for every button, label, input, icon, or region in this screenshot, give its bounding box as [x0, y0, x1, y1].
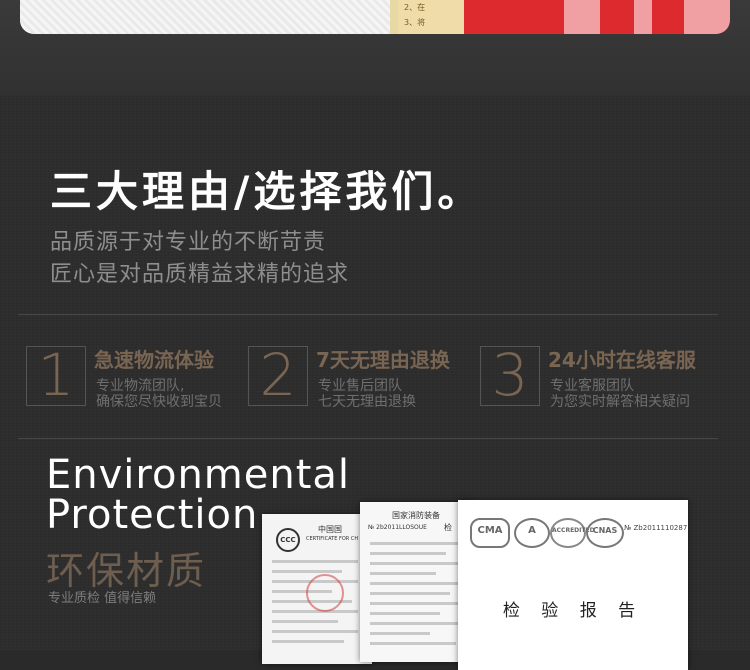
- subheading-line: 品质源于对专业的不断苛责: [50, 230, 327, 255]
- divider: [18, 438, 718, 439]
- instruction-label: 2、在 3、将: [398, 0, 464, 34]
- text-line: [272, 610, 358, 613]
- report-title: 检 验 报 告: [502, 601, 644, 621]
- accredited-logo-icon: ACCREDITED: [550, 518, 595, 548]
- env-title-line: Protection: [46, 492, 259, 538]
- cnas-logo-icon: CNAS: [586, 518, 624, 548]
- reason-number: 2: [259, 341, 297, 409]
- certificate-header: 中国国: [318, 525, 342, 534]
- reason-desc: 为您实时解答相关疑问: [550, 394, 690, 410]
- text-line: [370, 572, 436, 575]
- reason-number: 1: [37, 341, 75, 409]
- product-banner-image: 2、在 3、将: [20, 0, 730, 34]
- text-line: [370, 582, 460, 585]
- page-title: 三大理由/选择我们。: [50, 167, 484, 216]
- env-title-line: Environmental: [46, 452, 351, 498]
- text-line: [272, 630, 358, 633]
- reason-number: 3: [491, 341, 529, 409]
- text-line: [272, 560, 358, 563]
- reasons-panel: 三大理由/选择我们。 品质源于对专业的不断苛责 匠心是对品质精益求精的追求 1 …: [0, 96, 750, 670]
- text-line: [370, 632, 430, 635]
- instruction-line: 3、将: [404, 18, 426, 27]
- text-line: [272, 640, 344, 643]
- text-line: [370, 562, 460, 565]
- fabric-texture: [20, 0, 390, 34]
- ilac-logo-icon: A: [514, 518, 550, 548]
- text-line: [370, 612, 440, 615]
- certificate-inspection-report: CMA A ACCREDITED CNAS № Zb2011110287 检 验…: [458, 500, 688, 670]
- certificate-check: 检: [444, 523, 452, 532]
- text-line: [370, 592, 450, 595]
- top-banner-area: 2、在 3、将: [0, 0, 750, 96]
- text-line: [370, 602, 460, 605]
- text-line: [370, 622, 460, 625]
- text-line: [370, 552, 446, 555]
- packaging-stripe: [564, 0, 600, 34]
- red-seal-icon: [306, 574, 344, 612]
- certificate-header: 国家消防装备: [392, 511, 440, 520]
- reason-title: 急速物流体验: [94, 348, 214, 372]
- red-packaging: [464, 0, 730, 34]
- text-line: [272, 570, 342, 573]
- reason-title: 7天无理由退换: [316, 348, 450, 372]
- packaging-stripe: [684, 0, 730, 34]
- certificate-ccc: CCC 中国国 CERTIFICATE FOR CH: [262, 514, 372, 664]
- env-subtitle: 专业质检 值得信赖: [48, 591, 157, 606]
- ccc-logo-icon: CCC: [276, 528, 300, 552]
- text-line: [370, 642, 456, 645]
- packaging-stripe: [634, 0, 652, 34]
- certificate-fire-equipment: 国家消防装备 № 2b2011LLOSOUE 检: [360, 502, 472, 662]
- text-line: [272, 620, 338, 623]
- reason-desc: 确保您尽快收到宝贝: [96, 394, 222, 410]
- reason-title: 24小时在线客服: [548, 348, 696, 372]
- text-line: [370, 542, 460, 545]
- certificate-number: № Zb2011110287: [624, 524, 688, 532]
- reason-desc: 七天无理由退换: [318, 394, 416, 410]
- divider: [18, 314, 718, 315]
- subheading-line: 匠心是对品质精益求精的追求: [50, 262, 350, 287]
- cma-logo-icon: CMA: [470, 518, 510, 548]
- certificate-code: № 2b2011LLOSOUE: [368, 524, 427, 531]
- instruction-line: 2、在: [404, 3, 426, 12]
- certificate-subheader: CERTIFICATE FOR CH: [306, 536, 359, 542]
